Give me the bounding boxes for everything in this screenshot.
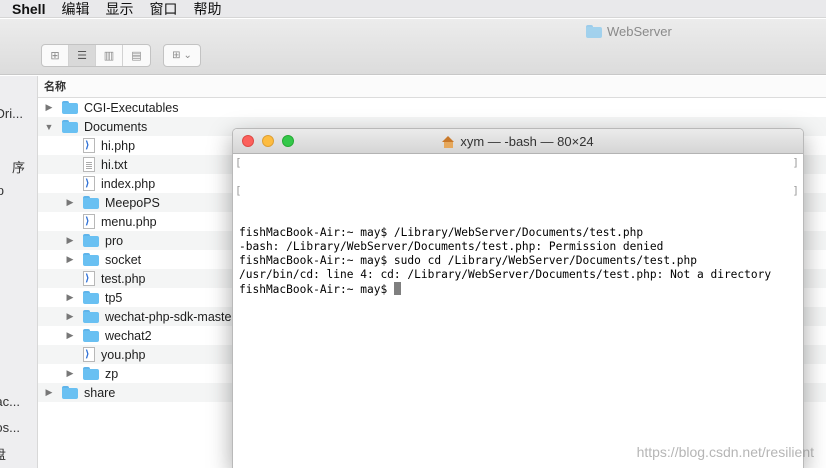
mark-bracket: [ [235,156,242,169]
sidebar-item-3[interactable]: p [0,183,4,198]
mark-bracket: ] [792,184,799,197]
menu-edit[interactable]: 编辑 [53,0,97,18]
disclosure-triangle-icon[interactable]: ▶ [63,311,77,322]
folder-icon [83,329,99,342]
gallery-view-icon[interactable]: ▤ [123,45,150,66]
folder-icon [83,367,99,380]
terminal-line: fishMacBook-Air:~ may$ /Library/WebServe… [239,226,644,239]
file-name: pro [105,233,124,248]
disclosure-triangle-icon[interactable]: ▼ [42,122,56,132]
column-view-icon[interactable]: ▥ [96,45,123,66]
file-name: hi.php [101,138,136,153]
file-name: hi.txt [101,157,128,172]
file-name: tp5 [105,290,123,305]
arrange-button[interactable]: ⊞ ⌄ [163,44,201,67]
folder-icon [83,253,99,266]
terminal-output[interactable]: [ ] [ ] fishMacBook-Air:~ may$ /Library/… [233,154,803,325]
terminal-prompt: fishMacBook-Air:~ may$ [239,283,394,296]
terminal-line: -bash: /Library/WebServer/Documents/test… [239,240,664,253]
php-file-icon [83,214,95,229]
file-name: socket [105,252,142,267]
sidebar-item-5[interactable]: os... [0,420,20,435]
folder-row[interactable]: ▶ CGI-Executables [38,98,826,117]
mark-bracket: [ [235,184,242,197]
chevron-down-icon: ⌄ [183,50,192,61]
folder-icon [83,196,99,209]
icon-view-icon[interactable]: ⊞ [42,45,69,66]
folder-icon [62,101,78,114]
terminal-line: /usr/bin/cd: line 4: cd: /Library/WebSer… [239,268,772,281]
menu-window[interactable]: 窗口 [141,0,185,18]
disclosure-triangle-icon[interactable]: ▶ [63,254,77,265]
sidebar-item-2[interactable]: 序 [12,157,25,176]
terminal-title-text: xym — -bash — 80×24 [460,134,594,149]
terminal-titlebar[interactable]: xym — -bash — 80×24 [233,129,803,154]
watermark: https://blog.csdn.net/resilient [636,444,814,460]
terminal-line: fishMacBook-Air:~ may$ sudo cd /Library/… [239,254,698,267]
folder-icon [83,310,99,323]
folder-icon [62,386,78,399]
file-name: CGI-Executables [84,100,179,115]
file-name: Documents [84,119,148,134]
file-name: share [84,385,116,400]
finder-sidebar: Dri... 序 p ac... os... 盘 [0,76,38,468]
folder-icon [83,291,99,304]
finder-window-title: WebServer [586,24,672,39]
mark-bracket: ] [792,156,799,169]
disclosure-triangle-icon[interactable]: ▶ [63,292,77,303]
file-name: you.php [101,347,146,362]
sidebar-item-1[interactable]: Dri... [0,106,23,121]
disclosure-triangle-icon[interactable]: ▶ [63,235,77,246]
home-icon [442,135,455,148]
sidebar-item-4[interactable]: ac... [0,394,20,409]
terminal-prompt-line: fishMacBook-Air:~ may$ [239,282,797,297]
file-name: MeepoPS [105,195,160,210]
disclosure-triangle-icon[interactable]: ▶ [63,330,77,341]
menu-bar: Shell 编辑 显示 窗口 帮助 [0,0,826,18]
file-name: index.php [101,176,156,191]
folder-icon [83,234,99,247]
php-file-icon [83,347,95,362]
disclosure-triangle-icon[interactable]: ▶ [63,368,77,379]
menu-view[interactable]: 显示 [97,0,141,18]
column-header-name[interactable]: 名称 [38,76,826,98]
disclosure-triangle-icon[interactable]: ▶ [42,387,56,398]
terminal-window: xym — -bash — 80×24 [ ] [ ] fishMacBook-… [232,128,804,468]
file-name: wechat-php-sdk-master [105,309,236,324]
file-name: menu.php [101,214,157,229]
menu-app-shell[interactable]: Shell [0,0,53,18]
list-view-icon[interactable]: ☰ [69,45,96,66]
folder-icon [586,25,602,38]
disclosure-triangle-icon[interactable]: ▶ [63,197,77,208]
grid-icon: ⊞ [172,50,181,61]
file-name: wechat2 [105,328,152,343]
php-file-icon [83,176,95,191]
text-cursor [393,282,401,295]
file-name: test.php [101,271,146,286]
finder-title-text: WebServer [607,24,672,39]
php-file-icon [83,138,95,153]
finder-toolbar: WebServer ⊞ ☰ ▥ ▤ ⊞ ⌄ [0,19,826,75]
php-file-icon [83,271,95,286]
disclosure-triangle-icon[interactable]: ▶ [42,102,56,113]
view-mode-segmented-control: ⊞ ☰ ▥ ▤ [41,44,151,67]
terminal-title: xym — -bash — 80×24 [233,129,803,154]
file-name: zp [105,366,119,381]
folder-icon [62,120,78,133]
sidebar-item-6[interactable]: 盘 [0,444,6,463]
text-file-icon [83,157,95,172]
menu-help[interactable]: 帮助 [185,0,229,18]
